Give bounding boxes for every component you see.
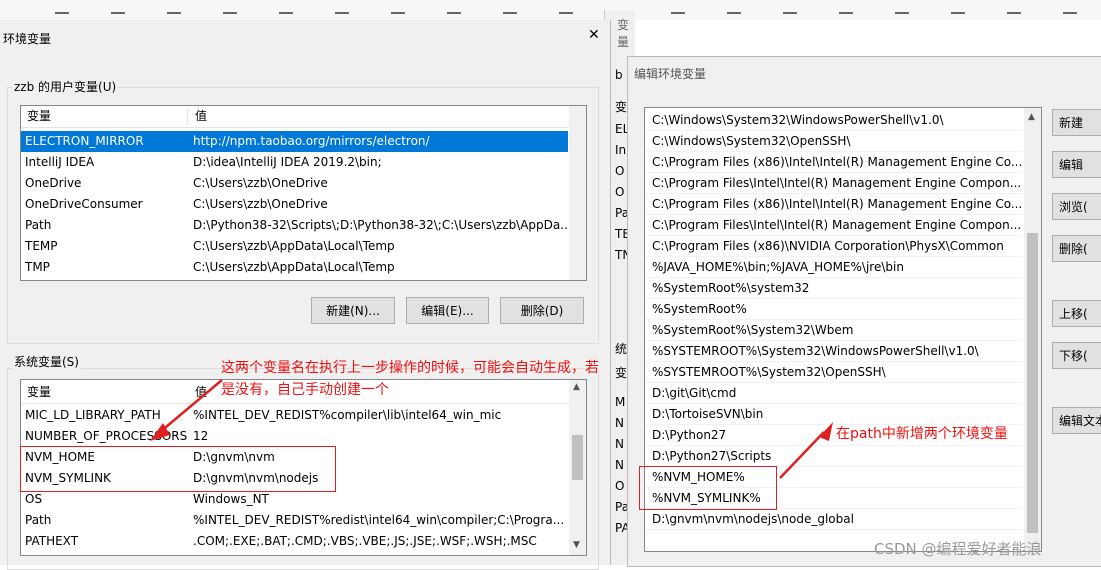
watermark: CSDN @编程爱好者能浪	[874, 540, 1042, 558]
annotation-arrows	[150, 379, 833, 479]
